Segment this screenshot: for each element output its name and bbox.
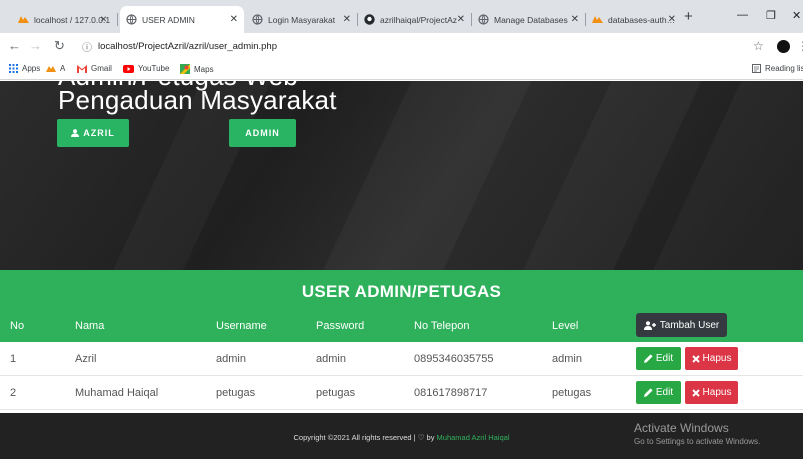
youtube-icon	[123, 64, 134, 73]
tab-github[interactable]: azrilhaiqal/ProjectAz ✕	[358, 6, 471, 33]
star-icon[interactable]: ☆	[753, 39, 764, 53]
close-window-icon[interactable]: ✕	[792, 9, 801, 22]
github-icon	[364, 14, 375, 25]
delete-button[interactable]: Hapus	[685, 381, 738, 404]
globe-icon	[252, 14, 263, 25]
bookmark-gmail[interactable]: Gmail	[77, 64, 112, 73]
bookmarks-bar: Apps A Gmail YouTube Maps Reading lis	[0, 60, 803, 80]
section-header: USER ADMIN/PETUGAS	[0, 270, 803, 310]
phpmyadmin-icon	[18, 14, 29, 25]
hero-banner: Admin/Petugas Web Pengaduan Masyarakat A…	[0, 81, 803, 270]
table-row: 2 Muhamad Haiqal petugas petugas 0816178…	[0, 376, 803, 410]
reading-list-icon	[752, 64, 761, 73]
profile-avatar[interactable]	[777, 40, 790, 53]
tab-login-masyarakat[interactable]: Login Masyarakat ✕	[246, 6, 357, 33]
add-user-button[interactable]: Tambah User	[636, 313, 727, 337]
phpmyadmin-icon	[46, 65, 56, 73]
x-mark-icon	[691, 388, 700, 397]
cell-level: petugas	[552, 387, 592, 399]
close-tab-icon[interactable]: ✕	[668, 14, 676, 25]
cell-no: 1	[10, 353, 17, 365]
phpmyadmin-icon	[592, 14, 603, 25]
x-mark-icon	[691, 354, 700, 363]
globe-icon	[478, 14, 489, 25]
table-row: 1 Azril admin admin 0895346035755 admin …	[0, 342, 803, 376]
hero-title: Pengaduan Masyarakat	[58, 85, 337, 115]
url-text: localhost/ProjectAzril/azril/user_admin.…	[98, 41, 277, 52]
header-nama: Nama	[75, 320, 105, 332]
address-bar[interactable]: ⓘ localhost/ProjectAzril/azril/user_admi…	[82, 36, 772, 57]
user-plus-icon	[643, 320, 656, 330]
maps-icon	[180, 64, 190, 74]
bookmark-youtube[interactable]: YouTube	[123, 64, 169, 73]
admin-button[interactable]: ADMIN	[229, 119, 296, 147]
tab-manage-databases[interactable]: Manage Databases ✕	[472, 6, 585, 33]
header-telepon: No Telepon	[414, 320, 470, 332]
close-tab-icon[interactable]: ✕	[571, 14, 579, 25]
cell-username: petugas	[216, 387, 256, 399]
apps-grid-icon	[9, 64, 18, 73]
new-tab-plus-icon[interactable]: +	[684, 8, 693, 25]
menu-icon[interactable]: ⋮	[797, 39, 803, 53]
cell-nama: Azril	[75, 353, 97, 365]
pencil-icon	[643, 388, 653, 397]
user-button[interactable]: AZRIL	[57, 119, 129, 147]
user-icon	[71, 129, 80, 137]
close-tab-icon[interactable]: ✕	[343, 14, 351, 25]
cell-password: admin	[316, 353, 346, 365]
minimize-icon[interactable]: —	[737, 9, 748, 21]
cell-telepon: 081617898717	[414, 387, 488, 399]
header-password: Password	[316, 320, 365, 332]
header-username: Username	[216, 320, 267, 332]
close-tab-icon[interactable]: ✕	[100, 6, 114, 33]
table-header: No Nama Username Password No Telepon Lev…	[0, 310, 803, 342]
cell-level: admin	[552, 353, 582, 365]
back-arrow-icon[interactable]: ←	[8, 38, 21, 54]
gmail-icon	[77, 64, 87, 73]
tab-databases-auth[interactable]: databases-auth.000 ✕	[586, 6, 682, 33]
author-link[interactable]: Muhamad Azril Haiqal	[437, 433, 510, 442]
tab-user-admin[interactable]: USER ADMIN ✕	[120, 6, 244, 33]
cell-password: petugas	[316, 387, 356, 399]
cell-nama: Muhamad Haiqal	[75, 387, 159, 399]
edit-button[interactable]: Edit	[636, 347, 681, 370]
close-tab-icon[interactable]: ✕	[457, 14, 465, 25]
delete-button[interactable]: Hapus	[685, 347, 738, 370]
edit-button[interactable]: Edit	[636, 381, 681, 404]
close-tab-icon[interactable]: ✕	[230, 14, 238, 25]
bookmark-apps[interactable]: Apps	[9, 64, 40, 73]
forward-arrow-icon[interactable]: →	[29, 38, 42, 54]
browser-tab-bar: localhost / 127.0.0.1 USER ADMIN ✕ Login…	[0, 0, 803, 33]
browser-toolbar: ← → ↻ ⓘ localhost/ProjectAzril/azril/use…	[0, 33, 803, 60]
bookmark-maps[interactable]: Maps	[180, 64, 214, 74]
cell-telepon: 0895346035755	[414, 353, 494, 365]
reading-list[interactable]: Reading lis	[752, 64, 803, 73]
cell-username: admin	[216, 353, 246, 365]
cell-no: 2	[10, 387, 17, 399]
pencil-icon	[643, 354, 653, 363]
bookmark-a[interactable]: A	[46, 64, 65, 73]
globe-icon	[126, 14, 137, 25]
info-icon[interactable]: ⓘ	[82, 39, 92, 54]
reload-icon[interactable]: ↻	[54, 38, 65, 54]
section-title: USER ADMIN/PETUGAS	[301, 282, 502, 301]
header-level: Level	[552, 320, 579, 332]
header-no: No	[10, 320, 25, 332]
restore-icon[interactable]: ❐	[766, 9, 776, 22]
activate-windows-watermark: Activate Windows Go to Settings to activ…	[634, 421, 761, 446]
